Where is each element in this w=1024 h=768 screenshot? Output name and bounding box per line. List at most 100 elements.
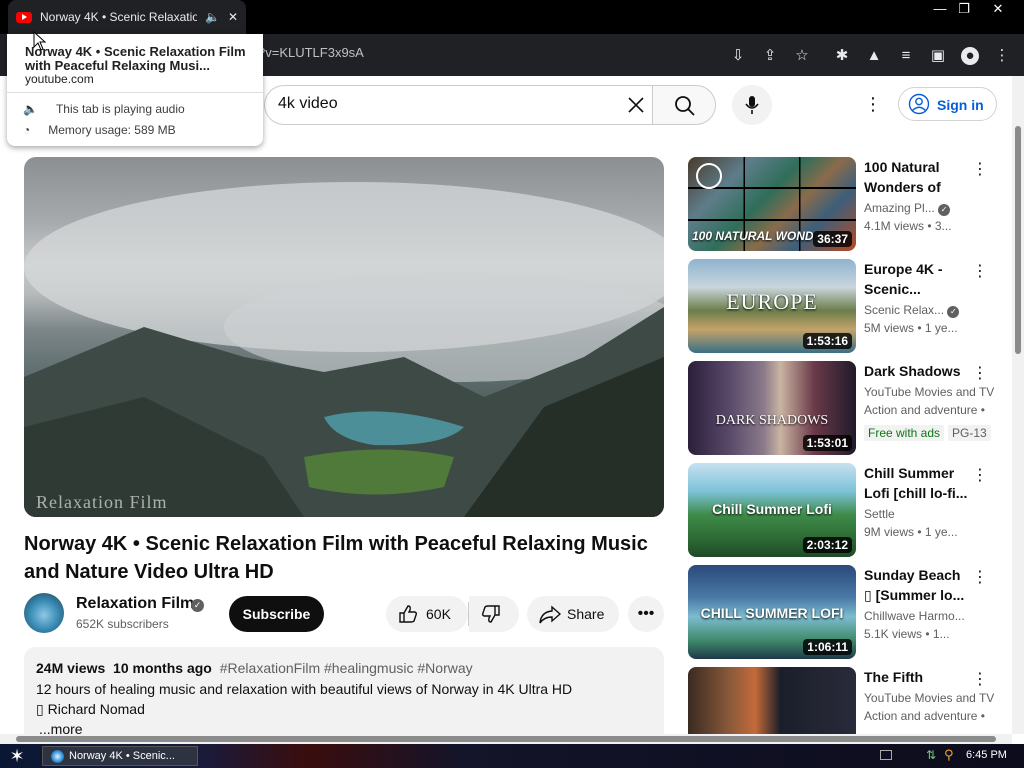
thumbnail-text: EUROPE <box>726 289 818 314</box>
search-input-value: 4k video <box>278 95 338 112</box>
recommendation-kebab-icon[interactable]: ⋮ <box>972 363 988 383</box>
recommendation-meta: Action and adventure • <box>864 403 985 417</box>
recommendation-title[interactable]: 100 Natural Wonders of th... <box>864 157 968 197</box>
mouse-cursor-icon <box>33 31 47 51</box>
thumbs-down-icon <box>481 605 500 623</box>
recommendation-title[interactable]: Europe 4K - Scenic... <box>864 259 968 299</box>
lab-flask-icon[interactable]: ▲ <box>865 47 883 65</box>
tab-close-icon[interactable]: ✕ <box>228 10 238 24</box>
taskbar-clock: 6:45 PM <box>966 749 1007 761</box>
browser-tab[interactable]: Norway 4K • Scenic Relaxation 🔈 ✕ <box>8 0 246 34</box>
voice-search-button[interactable] <box>732 85 772 125</box>
recommendation-title[interactable]: Sunday Beach ▯ [Summer lo... <box>864 565 968 605</box>
more-horizontal-icon: ••• <box>637 605 655 622</box>
browser-globe-icon <box>51 750 64 763</box>
description-box[interactable]: 24M views 10 months ago #RelaxationFilm … <box>24 647 664 747</box>
recommendation-channel[interactable]: Scenic Relax... ✓ <box>864 303 998 318</box>
recommendation-channel[interactable]: YouTube Movies and TV <box>864 385 998 399</box>
taskbar-window-button[interactable]: Norway 4K • Scenic... <box>42 746 198 766</box>
network-tray-icon[interactable]: ⇅ <box>926 748 936 762</box>
horizontal-scrollbar[interactable] <box>0 734 1012 744</box>
search-button[interactable] <box>652 85 716 125</box>
window-close-icon[interactable]: ✕ <box>984 0 1012 18</box>
side-panel-icon[interactable]: ▣ <box>929 47 947 65</box>
keyboard-tray-icon[interactable] <box>880 750 892 760</box>
search-tray-icon[interactable]: ⚲ <box>944 747 954 763</box>
more-actions-button[interactable]: ••• <box>628 596 664 632</box>
recommendation-meta: 5M views • 1 ye... <box>864 321 958 335</box>
recommendation-item[interactable]: 100 NATURAL WOND 36:37 100 Natural Wonde… <box>688 157 1008 251</box>
recommendation-title[interactable]: Chill Summer Lofi [chill lo-fi... <box>864 463 968 503</box>
upload-age: 10 months ago <box>113 660 212 676</box>
hovercard-memory-row: ◔ Memory usage: 589 MB <box>23 123 176 137</box>
share-button[interactable]: Share <box>527 596 619 632</box>
description-line-2: ▯ Richard Nomad <box>36 701 145 717</box>
address-bar-url[interactable]: ?v=KLUTLF3x9sA <box>258 45 364 60</box>
recommendation-item[interactable]: DARK SHADOWS 1:53:01 Dark Shadows YouTub… <box>688 361 1008 455</box>
subscribe-button[interactable]: Subscribe <box>229 596 324 632</box>
video-player[interactable] <box>24 157 664 517</box>
recommendation-channel[interactable]: Settle <box>864 507 998 521</box>
hovercard-audio-row: 🔈 This tab is playing audio <box>23 102 185 116</box>
description-line-1: 12 hours of healing music and relaxation… <box>36 681 573 697</box>
vertical-scrollbar-thumb[interactable] <box>1015 126 1021 354</box>
install-app-icon[interactable]: ⇩ <box>729 47 747 65</box>
recommendation-thumbnail[interactable]: Chill Summer Lofi 2:03:12 <box>688 463 856 557</box>
speaker-icon[interactable]: 🔈 <box>205 10 220 24</box>
recommendation-thumbnail[interactable]: 100 NATURAL WOND 36:37 <box>688 157 856 251</box>
like-count: 60K <box>426 606 451 622</box>
recommendation-thumbnail[interactable] <box>688 667 856 734</box>
recommendation-item[interactable]: The Fifth Element YouTube Movies and TV … <box>688 667 1008 734</box>
hashtags[interactable]: #RelaxationFilm #healingmusic #Norway <box>220 660 473 676</box>
recommendation-kebab-icon[interactable]: ⋮ <box>972 669 988 689</box>
description-meta: 24M views 10 months ago #RelaxationFilm … <box>36 660 473 676</box>
thumbnail-text: 100 NATURAL WOND <box>692 229 814 243</box>
share-arrow-icon <box>539 605 561 624</box>
thumbs-up-icon <box>399 605 418 623</box>
speaker-icon: 🔈 <box>23 102 38 116</box>
thumbnail-text: CHILL SUMMER LOFI <box>700 605 844 621</box>
hovercard-title: Norway 4K • Scenic Relaxation Film with … <box>25 44 246 73</box>
dislike-button[interactable] <box>469 596 519 632</box>
recommendation-kebab-icon[interactable]: ⋮ <box>972 261 988 281</box>
profile-icon[interactable]: ● <box>961 47 979 65</box>
recommendation-meta: 4.1M views • 3... <box>864 219 952 233</box>
recommendation-thumbnail[interactable]: EUROPE 1:53:16 <box>688 259 856 353</box>
recommendation-channel[interactable]: YouTube Movies and TV <box>864 691 998 705</box>
bookmark-star-icon[interactable]: ☆ <box>793 47 811 65</box>
recommendation-channel[interactable]: Chillwave Harmo... <box>864 609 998 623</box>
restore-icon[interactable]: ❐ <box>950 0 978 18</box>
clear-search-icon[interactable] <box>626 95 646 115</box>
horizontal-scrollbar-thumb[interactable] <box>16 736 996 742</box>
video-duration: 36:37 <box>813 231 852 247</box>
recommendation-item[interactable]: EUROPE 1:53:16 Europe 4K - Scenic... Sce… <box>688 259 1008 353</box>
like-button[interactable]: 60K <box>386 596 468 632</box>
video-title: Norway 4K • Scenic Relaxation Film with … <box>24 533 648 583</box>
start-menu-icon[interactable]: ✶ <box>6 746 28 766</box>
recommendation-thumbnail[interactable]: DARK SHADOWS 1:53:01 <box>688 361 856 455</box>
recommendation-thumbnail[interactable]: CHILL SUMMER LOFI 1:06:11 <box>688 565 856 659</box>
video-watermark: Relaxation Film <box>36 492 168 512</box>
browser-menu-icon[interactable]: ⋮ <box>993 47 1011 65</box>
recommendation-channel[interactable]: Amazing Pl... ✓ <box>864 201 998 216</box>
tab-title: Norway 4K • Scenic Relaxation <box>40 10 197 24</box>
media-queue-icon[interactable]: ≡ <box>897 47 915 65</box>
thumbnail-text: DARK SHADOWS <box>715 413 829 428</box>
recommendation-kebab-icon[interactable]: ⋮ <box>972 159 988 179</box>
share-page-icon[interactable]: ⇪ <box>761 47 779 65</box>
thumbnail-text: Chill Summer Lofi <box>712 501 832 517</box>
settings-kebab-icon[interactable]: ⋮ <box>864 94 882 115</box>
channel-name[interactable]: Relaxation Film <box>76 595 194 613</box>
search-icon <box>675 96 695 116</box>
vertical-scrollbar[interactable] <box>1012 76 1024 734</box>
recommendation-item[interactable]: Chill Summer Lofi 2:03:12 Chill Summer L… <box>688 463 1008 557</box>
recommendation-title[interactable]: The Fifth Element <box>864 667 976 687</box>
recommendation-item[interactable]: CHILL SUMMER LOFI 1:06:11 Sunday Beach ▯… <box>688 565 1008 659</box>
share-label: Share <box>567 606 605 622</box>
recommendation-kebab-icon[interactable]: ⋮ <box>972 567 988 587</box>
extensions-icon[interactable]: ✱ <box>833 47 851 65</box>
channel-avatar[interactable] <box>24 593 64 633</box>
rating-badge: PG-13 <box>948 425 991 441</box>
memory-gauge-icon: ◔ <box>23 123 31 137</box>
recommendation-kebab-icon[interactable]: ⋮ <box>972 465 988 485</box>
